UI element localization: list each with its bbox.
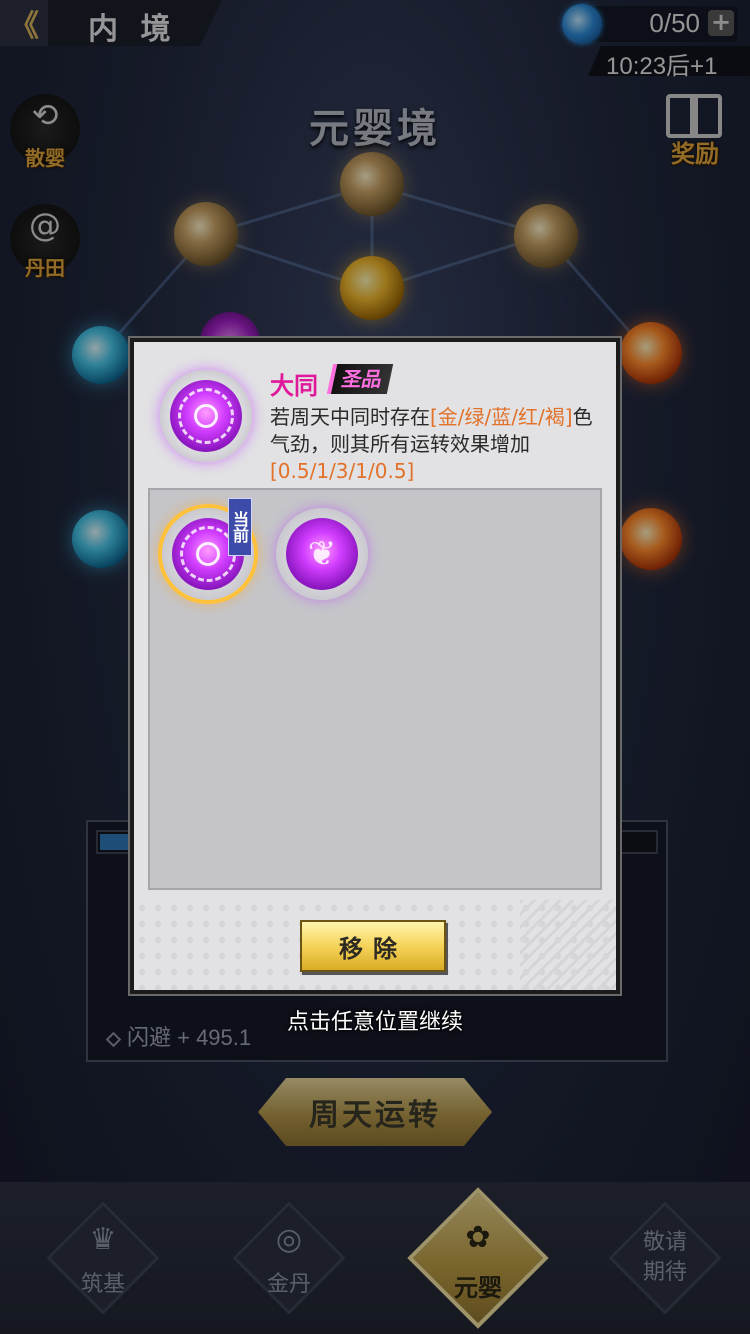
- skill-description: 若周天中同时存在[金/绿/蓝/红/褐]色气劲，则其所有运转效果增加[0.5/1/…: [270, 404, 600, 485]
- modal-decoration: [520, 900, 616, 990]
- skill-name: 大同: [270, 372, 318, 400]
- desc-highlight: [0.5/1/3/1/0.5]: [270, 459, 415, 483]
- desc-text: 若周天中同时存在: [270, 405, 430, 429]
- bagua-icon: [160, 370, 252, 462]
- current-tag: 当前: [228, 498, 252, 556]
- grade-badge: 圣品: [326, 364, 394, 394]
- butterfly-glyph: ❦: [307, 534, 337, 574]
- desc-highlight: [金/绿/蓝/红/褐]: [430, 405, 573, 429]
- skill-slot[interactable]: ❦: [276, 508, 368, 600]
- tap-to-continue-hint: 点击任意位置继续: [286, 1010, 463, 1035]
- remove-button[interactable]: 移除: [300, 920, 446, 972]
